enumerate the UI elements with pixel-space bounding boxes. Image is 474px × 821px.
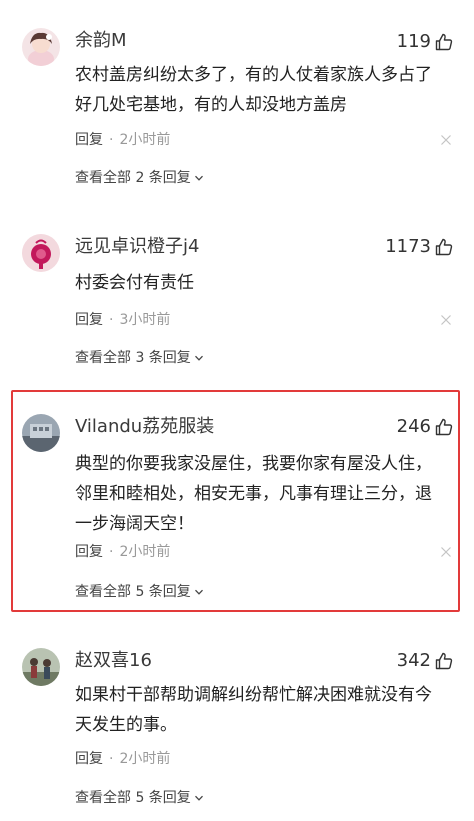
comment-meta: 回复 · 2小时前 [75,749,170,769]
like-button[interactable]: 119 [397,30,454,54]
view-all-replies-label: 查看全部 5 条回复 [75,790,191,806]
view-all-replies-label: 查看全部 3 条回复 [75,350,191,366]
username[interactable]: 远见卓识橙子j4 [75,236,199,258]
like-count: 119 [396,31,431,52]
comment-meta: 回复 · 2小时前 [75,542,170,562]
close-icon[interactable] [440,314,452,326]
thumbs-up-icon [435,238,453,256]
timestamp: 3小时前 [119,312,171,328]
avatar[interactable] [22,28,60,66]
reply-button[interactable]: 回复 [75,542,103,562]
chevron-down-icon [194,175,203,181]
comment-item: 余韵M 119 农村盖房纠纷太多了，有的人仗着家族人多占了 好几处宅基地，有的人… [0,22,474,192]
username[interactable]: 赵双喜16 [75,650,152,672]
comment-text-line: 村委会付有责任 [75,273,194,293]
thumbs-up-icon [435,418,453,436]
view-all-replies-button[interactable]: 查看全部 5 条回复 [75,788,204,808]
chevron-down-icon [194,589,203,595]
timestamp: 2小时前 [119,132,171,148]
comment-meta: 回复 · 3小时前 [75,310,170,330]
like-button[interactable]: 1173 [385,235,454,259]
comment-text-line: 如果村干部帮助调解纠纷帮忙解决困难就没有今 [75,685,432,705]
close-icon[interactable] [440,134,452,146]
comment-text-line: 好几处宅基地，有的人却没地方盖房 [75,95,347,115]
comment-text: 村委会付有责任 [75,268,460,298]
separator-dot: · [109,751,114,767]
avatar[interactable] [22,414,60,452]
view-all-replies-button[interactable]: 查看全部 3 条回复 [75,348,204,368]
comment-item: Vilandu荔苑服装 246 典型的你要我家没屋住，我要你家有屋没人住， 邻里… [0,412,474,602]
separator-dot: · [109,544,114,560]
username[interactable]: 余韵M [75,30,127,52]
chevron-down-icon [194,795,203,801]
reply-button[interactable]: 回复 [75,130,103,150]
reply-button[interactable]: 回复 [75,749,103,769]
comment-item: 赵双喜16 342 如果村干部帮助调解纠纷帮忙解决困难就没有今 天发生的事。 回… [0,646,474,816]
timestamp: 2小时前 [119,751,171,767]
comment-meta: 回复 · 2小时前 [75,130,170,150]
like-count: 1173 [385,236,431,257]
view-all-replies-label: 查看全部 2 条回复 [75,170,191,186]
like-count: 342 [396,650,431,671]
comment-text-line: 邻里和睦相处，相安无事，凡事有理让三分，退 [75,484,432,504]
timestamp: 2小时前 [119,544,171,560]
view-all-replies-label: 查看全部 5 条回复 [75,584,191,600]
close-icon[interactable] [440,546,452,558]
like-button[interactable]: 246 [397,415,454,439]
view-all-replies-button[interactable]: 查看全部 2 条回复 [75,168,204,188]
chevron-down-icon [194,355,203,361]
comment-item: 远见卓识橙子j4 1173 村委会付有责任 回复 · 3小时前 查看全部 3 条… [0,232,474,372]
comment-text-line: 农村盖房纠纷太多了，有的人仗着家族人多占了 [75,65,432,85]
thumbs-up-icon [435,652,453,670]
comment-text-line: 一步海阔天空！ [75,514,194,534]
comment-text: 农村盖房纠纷太多了，有的人仗着家族人多占了 好几处宅基地，有的人却没地方盖房 [75,60,460,120]
username[interactable]: Vilandu荔苑服装 [75,416,214,438]
thumbs-up-icon [435,33,453,51]
separator-dot: · [109,312,114,328]
like-count: 246 [396,416,431,437]
comment-text: 典型的你要我家没屋住，我要你家有屋没人住， 邻里和睦相处，相安无事，凡事有理让三… [75,449,460,539]
like-button[interactable]: 342 [397,649,454,673]
avatar[interactable] [22,648,60,686]
comment-text-line: 典型的你要我家没屋住，我要你家有屋没人住， [75,454,432,474]
separator-dot: · [109,132,114,148]
comment-text-line: 天发生的事。 [75,715,177,735]
comment-text: 如果村干部帮助调解纠纷帮忙解决困难就没有今 天发生的事。 [75,680,460,740]
reply-button[interactable]: 回复 [75,310,103,330]
view-all-replies-button[interactable]: 查看全部 5 条回复 [75,582,204,602]
avatar[interactable] [22,234,60,272]
